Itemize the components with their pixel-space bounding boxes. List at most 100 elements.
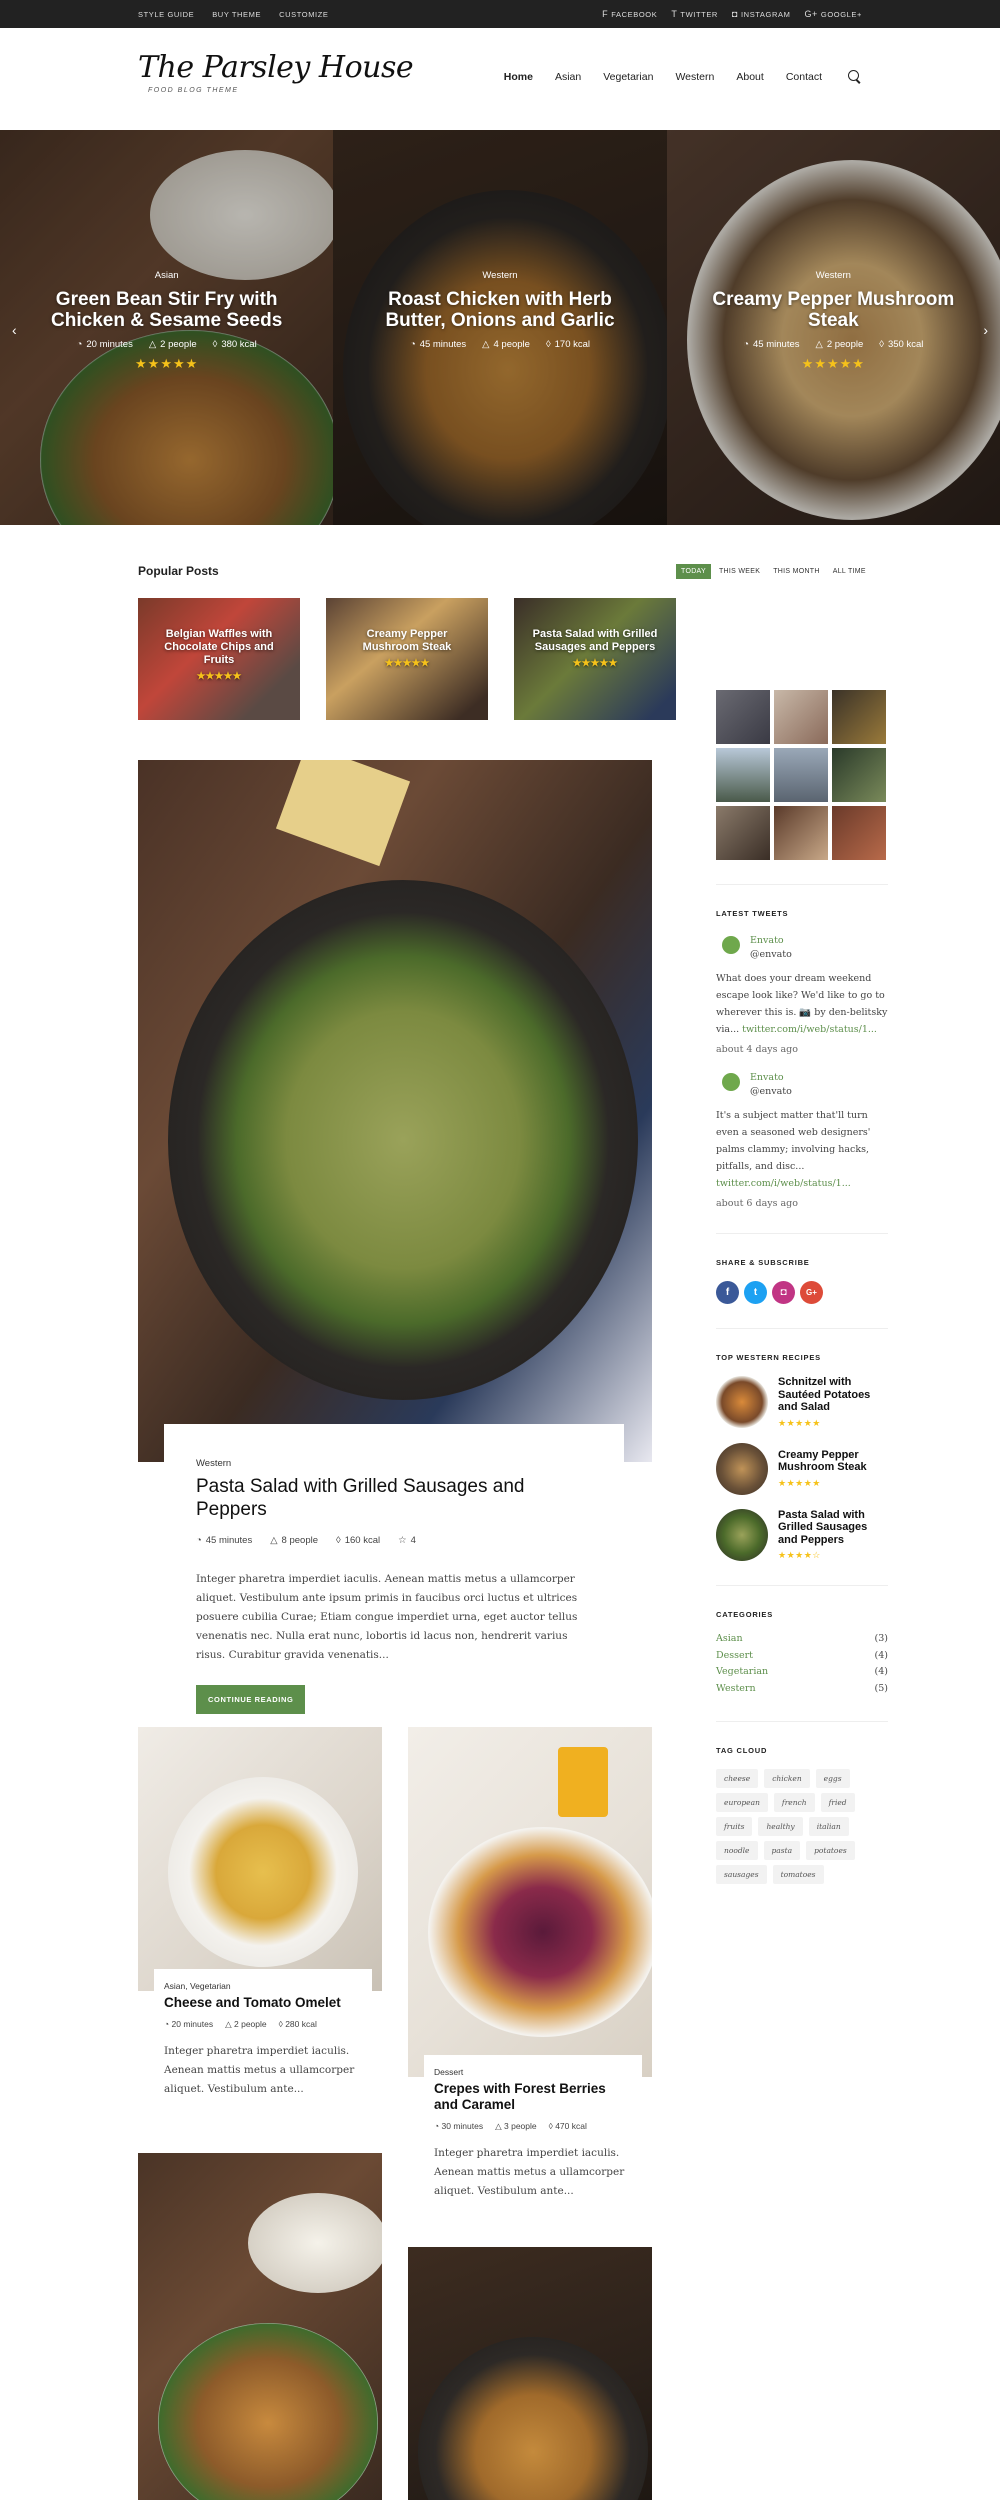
post-category[interactable]: Asian, Vegetarian — [164, 1981, 362, 1991]
pasta-pan-image — [168, 880, 638, 1400]
tag-link[interactable]: healthy — [758, 1817, 803, 1836]
continue-reading-button[interactable]: Continue Reading — [196, 1685, 306, 1714]
tag-link[interactable]: french — [773, 1793, 815, 1812]
facebook-link[interactable]: f Facebook — [602, 9, 657, 19]
popular-post-card[interactable]: Pasta Salad with Grilled Sausages and Pe… — [514, 598, 676, 720]
nav-home[interactable]: Home — [504, 71, 533, 83]
recipe-item[interactable]: Pasta Salad with Grilled Sausages and Pe… — [716, 1509, 888, 1562]
slide-category[interactable]: Western — [667, 270, 1000, 281]
tweet-author[interactable]: Envato — [750, 1071, 792, 1085]
slide-meta: ◔ 20 minutes △ 2 people ◊ 380 kcal — [0, 339, 333, 350]
slide-title[interactable]: Green Bean Stir Fry with Chicken & Sesam… — [30, 289, 303, 331]
category-link[interactable]: Asian — [716, 1631, 743, 1648]
slide-item[interactable]: Western Creamy Pepper Mushroom Steak ◔ 45… — [666, 130, 1000, 525]
instagram-icon[interactable]: ◘ — [772, 1281, 795, 1304]
recipe-thumbnail[interactable] — [716, 1376, 768, 1429]
twitter-icon[interactable]: t — [744, 1281, 767, 1304]
nav-vegetarian[interactable]: Vegetarian — [603, 71, 653, 83]
customize-link[interactable]: Customize — [279, 10, 328, 19]
tweet-link[interactable]: twitter.com/i/web/status/1... — [716, 1178, 851, 1189]
tab-this-month[interactable]: This Month — [768, 564, 825, 579]
instagram-photo[interactable] — [832, 806, 886, 860]
site-logo[interactable]: The Parsley House FOOD BLOG THEME — [138, 50, 414, 94]
tag-link[interactable]: european — [716, 1793, 768, 1812]
tag-link[interactable]: potatoes — [806, 1841, 855, 1860]
tweet-author[interactable]: Envato — [750, 934, 792, 948]
buy-theme-link[interactable]: Buy Theme — [212, 10, 261, 19]
nav-contact[interactable]: Contact — [786, 71, 822, 83]
instagram-photo[interactable] — [716, 690, 770, 744]
popular-post-caption: Belgian Waffles with Chocolate Chips and… — [138, 628, 300, 683]
instagram-photo[interactable] — [716, 806, 770, 860]
nav-about[interactable]: About — [736, 71, 763, 83]
instagram-photo[interactable] — [774, 806, 828, 860]
category-link[interactable]: Vegetarian — [716, 1664, 768, 1681]
tag-link[interactable]: pasta — [763, 1841, 801, 1860]
recipe-title[interactable]: Schnitzel with Sautéed Potatoes and Sala… — [778, 1376, 888, 1414]
featured-post-image[interactable] — [138, 760, 652, 1462]
tab-today[interactable]: Today — [676, 564, 711, 579]
category-link[interactable]: Western — [716, 1681, 756, 1698]
post-image[interactable] — [408, 1727, 652, 2077]
instagram-link[interactable]: ◘ Instagram — [732, 9, 790, 19]
tab-this-week[interactable]: This Week — [714, 564, 765, 579]
post-title[interactable]: Cheese and Tomato Omelet — [164, 1995, 362, 2011]
recipe-thumbnail[interactable] — [716, 1442, 768, 1495]
post-image[interactable] — [138, 2153, 382, 2500]
featured-post-title[interactable]: Pasta Salad with Grilled Sausages and Pe… — [196, 1475, 592, 1521]
tag-link[interactable]: cheese — [716, 1769, 759, 1788]
facebook-icon[interactable]: f — [716, 1281, 739, 1304]
recipe-title[interactable]: Pasta Salad with Grilled Sausages and Pe… — [778, 1509, 888, 1547]
style-guide-link[interactable]: Style Guide — [138, 10, 194, 19]
tag-link[interactable]: eggs — [815, 1769, 850, 1788]
popular-post-title[interactable]: Creamy Pepper Mushroom Steak — [340, 628, 474, 654]
instagram-photo[interactable] — [832, 748, 886, 802]
star-icon: ☆ — [398, 1535, 407, 1546]
popular-post-card[interactable]: Belgian Waffles with Chocolate Chips and… — [138, 598, 300, 720]
recipe-item[interactable]: Schnitzel with Sautéed Potatoes and Sala… — [716, 1376, 888, 1429]
logo-tagline: FOOD BLOG THEME — [148, 87, 239, 94]
slider-next-arrow-icon[interactable]: › — [983, 322, 988, 338]
avatar[interactable] — [722, 1073, 740, 1091]
tab-all-time[interactable]: All Time — [828, 564, 871, 579]
avatar[interactable] — [722, 936, 740, 954]
tag-link[interactable]: fried — [820, 1793, 855, 1812]
popular-post-title[interactable]: Pasta Salad with Grilled Sausages and Pe… — [528, 628, 662, 654]
post-image[interactable] — [138, 1727, 382, 1991]
post-image[interactable] — [408, 2247, 652, 2500]
search-icon[interactable] — [848, 70, 862, 84]
google-plus-icon[interactable]: G+ — [800, 1281, 823, 1304]
tweet-link[interactable]: twitter.com/i/web/status/1... — [742, 1024, 877, 1035]
slide-title[interactable]: Creamy Pepper Mushroom Steak — [697, 289, 970, 331]
tag-link[interactable]: italian — [808, 1817, 849, 1836]
slide-title[interactable]: Roast Chicken with Herb Butter, Onions a… — [363, 289, 636, 331]
instagram-photo[interactable] — [716, 748, 770, 802]
nav-western[interactable]: Western — [675, 71, 714, 83]
slider-prev-arrow-icon[interactable]: ‹ — [12, 322, 17, 338]
tag-link[interactable]: tomatoes — [772, 1865, 824, 1884]
tag-link[interactable]: sausages — [716, 1865, 767, 1884]
featured-post-category[interactable]: Western — [196, 1458, 592, 1469]
popular-post-title[interactable]: Belgian Waffles with Chocolate Chips and… — [152, 628, 286, 667]
nav-asian[interactable]: Asian — [555, 71, 581, 83]
tag-link[interactable]: fruits — [716, 1817, 753, 1836]
post-title[interactable]: Crepes with Forest Berries and Caramel — [434, 2081, 632, 2113]
recipe-title[interactable]: Creamy Pepper Mushroom Steak — [778, 1449, 888, 1474]
google-plus-link[interactable]: G+ Google+ — [804, 9, 862, 19]
recipe-thumbnail[interactable] — [716, 1508, 768, 1561]
instagram-photo[interactable] — [832, 690, 886, 744]
tag-link[interactable]: chicken — [764, 1769, 810, 1788]
instagram-photo[interactable] — [774, 748, 828, 802]
post-excerpt: Integer pharetra imperdiet iaculis. Aene… — [434, 2147, 625, 2197]
tag-link[interactable]: noodle — [716, 1841, 758, 1860]
twitter-link[interactable]: t Twitter — [671, 9, 718, 19]
slide-item[interactable]: Western Roast Chicken with Herb Butter, … — [333, 130, 667, 525]
category-link[interactable]: Dessert — [716, 1648, 753, 1665]
instagram-photo[interactable] — [774, 690, 828, 744]
slide-category[interactable]: Western — [333, 270, 666, 281]
popular-post-card[interactable]: Creamy Pepper Mushroom Steak ★★★★★ — [326, 598, 488, 720]
slide-item[interactable]: Asian Green Bean Stir Fry with Chicken &… — [0, 130, 334, 525]
slide-category[interactable]: Asian — [0, 270, 333, 281]
post-category[interactable]: Dessert — [434, 2067, 632, 2077]
recipe-item[interactable]: Creamy Pepper Mushroom Steak ★★★★★ — [716, 1442, 888, 1495]
